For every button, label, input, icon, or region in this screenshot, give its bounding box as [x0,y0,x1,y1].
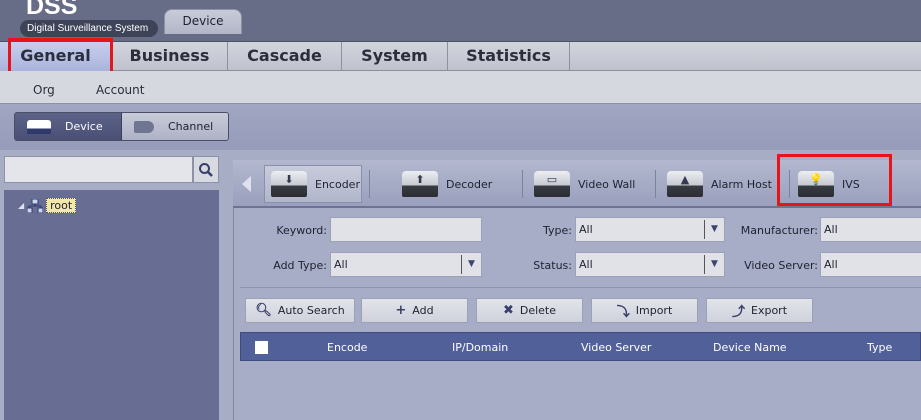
manufacturer-dropdown[interactable]: All [820,217,921,242]
device-icon [27,119,51,134]
column-type[interactable]: Type [867,341,892,354]
tab-business[interactable]: Business [112,42,228,71]
device-view-button[interactable]: Device [15,113,122,140]
button-label: Add [412,304,434,317]
encoder-icon: ⬇ [271,171,307,197]
channel-view-button[interactable]: Channel [122,113,228,140]
add-type-value: All [334,258,348,271]
manufacturer-value: All [824,223,838,236]
type-dropdown[interactable]: All ▼ [575,217,725,242]
highlight-box-ivs [777,154,892,206]
org-tree [4,190,219,420]
column-video-server[interactable]: Video Server [581,341,651,354]
subtab-device[interactable]: Device [164,9,242,34]
scroll-left-arrow[interactable] [242,176,251,192]
device-table-header: Encode IP/Domain Video Server Device Nam… [240,332,921,361]
type-label: Type: [543,224,572,237]
device-type-alarm-host[interactable]: ▲ Alarm Host [661,165,776,203]
device-type-encoder[interactable]: ⬇ Encoder [264,165,362,203]
device-type-label: Video Wall [578,177,636,191]
auto-search-button[interactable]: 🔍︎ Auto Search [245,298,355,323]
camera-icon [134,120,154,133]
video-wall-icon: ▭ [534,171,570,197]
import-button[interactable]: ⤵ Import [591,298,698,323]
subtab-account[interactable]: Account [96,83,144,97]
status-label: Status: [533,259,572,272]
separator [369,170,370,198]
subtab-org[interactable]: Org [33,83,55,97]
keyword-input[interactable] [330,217,482,242]
button-label: Delete [519,304,557,317]
sub-tabs: Org Account [0,71,921,104]
status-value: All [579,258,593,271]
delete-button[interactable]: ✖ Delete [476,298,583,323]
tab-system[interactable]: System [342,42,448,71]
type-value: All [579,223,593,236]
divider [240,287,921,288]
search-icon: 🔍︎ [255,303,272,318]
dss-logo: DSS [26,0,78,20]
close-icon: ✖ [502,303,514,318]
dropdown-arrow-icon: ▼ [461,255,481,274]
column-ip-domain[interactable]: IP/Domain [452,341,508,354]
select-all-checkbox[interactable] [255,341,268,354]
manufacturer-label: Manufacturer: [740,224,818,237]
alarm-host-icon: ▲ [667,171,703,197]
decoder-icon: ⬆ [402,171,438,197]
device-type-decoder[interactable]: ⬆ Decoder [396,165,506,203]
device-type-label: Encoder [315,177,360,191]
add-type-label: Add Type: [273,259,327,272]
add-type-dropdown[interactable]: All ▼ [330,252,482,277]
network-icon [27,198,44,213]
button-label: Auto Search [277,304,345,317]
search-icon [199,162,213,177]
tree-search-button[interactable] [193,156,219,183]
status-dropdown[interactable]: All ▼ [575,252,725,277]
dropdown-arrow-icon: ▼ [704,220,724,239]
tree-node-label: root [46,198,77,213]
app-subtitle: Digital Surveillance System [20,20,159,37]
export-icon: ⤴ [731,305,745,320]
device-type-video-wall[interactable]: ▭ Video Wall [528,165,648,203]
video-server-label: Video Server: [744,259,818,272]
button-label: Export [751,304,788,317]
video-server-value: All [824,258,838,271]
tree-node-root[interactable]: ◢ root [18,198,77,213]
device-type-label: Decoder [446,177,493,191]
import-icon: ⤵ [616,305,630,320]
dropdown-arrow-icon: ▼ [704,255,724,274]
device-type-label: Alarm Host [711,177,772,191]
device-view-label: Device [65,120,103,133]
channel-view-label: Channel [168,120,214,133]
tree-search-input[interactable] [4,156,193,183]
keyword-label: Keyword: [276,224,327,237]
add-button[interactable]: + Add [361,298,468,323]
export-button[interactable]: ⤴ Export [706,298,813,323]
separator [522,170,523,198]
view-toggle: Device Channel [14,112,229,141]
expand-icon[interactable]: ◢ [18,201,24,210]
plus-icon: + [395,303,407,318]
tab-cascade[interactable]: Cascade [228,42,342,71]
column-encode[interactable]: Encode [327,341,367,354]
column-device-name[interactable]: Device Name [713,341,787,354]
tab-statistics[interactable]: Statistics [448,42,570,71]
main-tabs: General Business Cascade System Statisti… [0,41,921,71]
separator [655,170,656,198]
button-label: Import [635,304,673,317]
video-server-dropdown[interactable]: All [820,252,921,277]
